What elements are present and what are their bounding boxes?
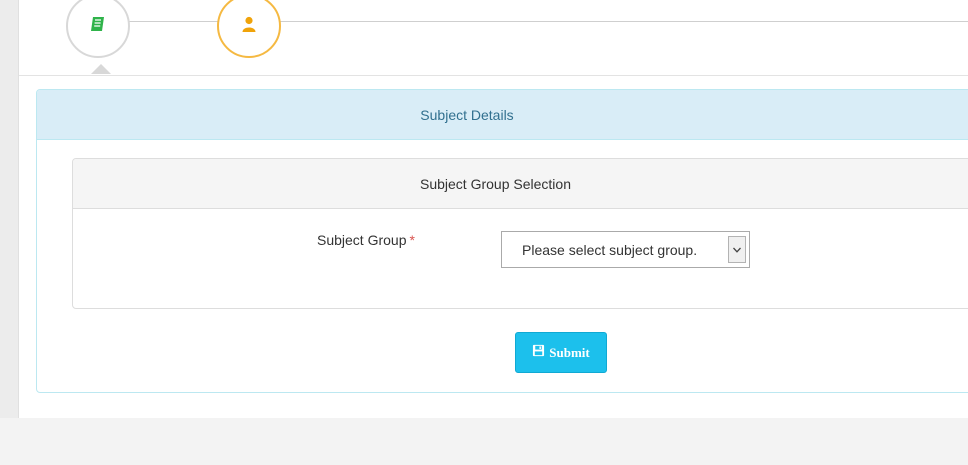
required-marker: * bbox=[409, 232, 415, 248]
subject-details-panel: Subject Details Subject Group Selection … bbox=[36, 89, 968, 393]
subject-group-heading: Subject Group Selection bbox=[73, 159, 968, 209]
save-icon bbox=[532, 344, 545, 361]
book-icon bbox=[88, 14, 108, 39]
subject-group-label: Subject Group * bbox=[317, 232, 415, 248]
subject-group-select-value: Please select subject group. bbox=[522, 242, 698, 258]
wizard-steps bbox=[19, 0, 968, 76]
active-step-indicator bbox=[91, 64, 111, 74]
left-rail bbox=[0, 0, 19, 418]
submit-label: Submit bbox=[549, 344, 590, 360]
chevron-down-icon[interactable] bbox=[728, 236, 746, 263]
subject-group-panel: Subject Group Selection Subject Group * P… bbox=[72, 158, 968, 309]
submit-button[interactable]: Submit bbox=[515, 332, 607, 373]
subject-group-select[interactable]: Please select subject group. bbox=[501, 231, 750, 268]
subject-group-label-text: Subject Group bbox=[317, 232, 407, 248]
wizard-step-subject[interactable] bbox=[66, 0, 130, 58]
group-panel-title: Subject Group Selection bbox=[420, 175, 571, 192]
wizard-step-user[interactable] bbox=[217, 0, 281, 58]
main-content: Subject Details Subject Group Selection … bbox=[19, 0, 968, 418]
wizard-divider bbox=[19, 75, 968, 76]
page-footer-area bbox=[0, 418, 968, 465]
subject-details-heading: Subject Details bbox=[37, 90, 968, 140]
user-icon bbox=[240, 15, 258, 38]
panel-title: Subject Details bbox=[420, 106, 514, 123]
